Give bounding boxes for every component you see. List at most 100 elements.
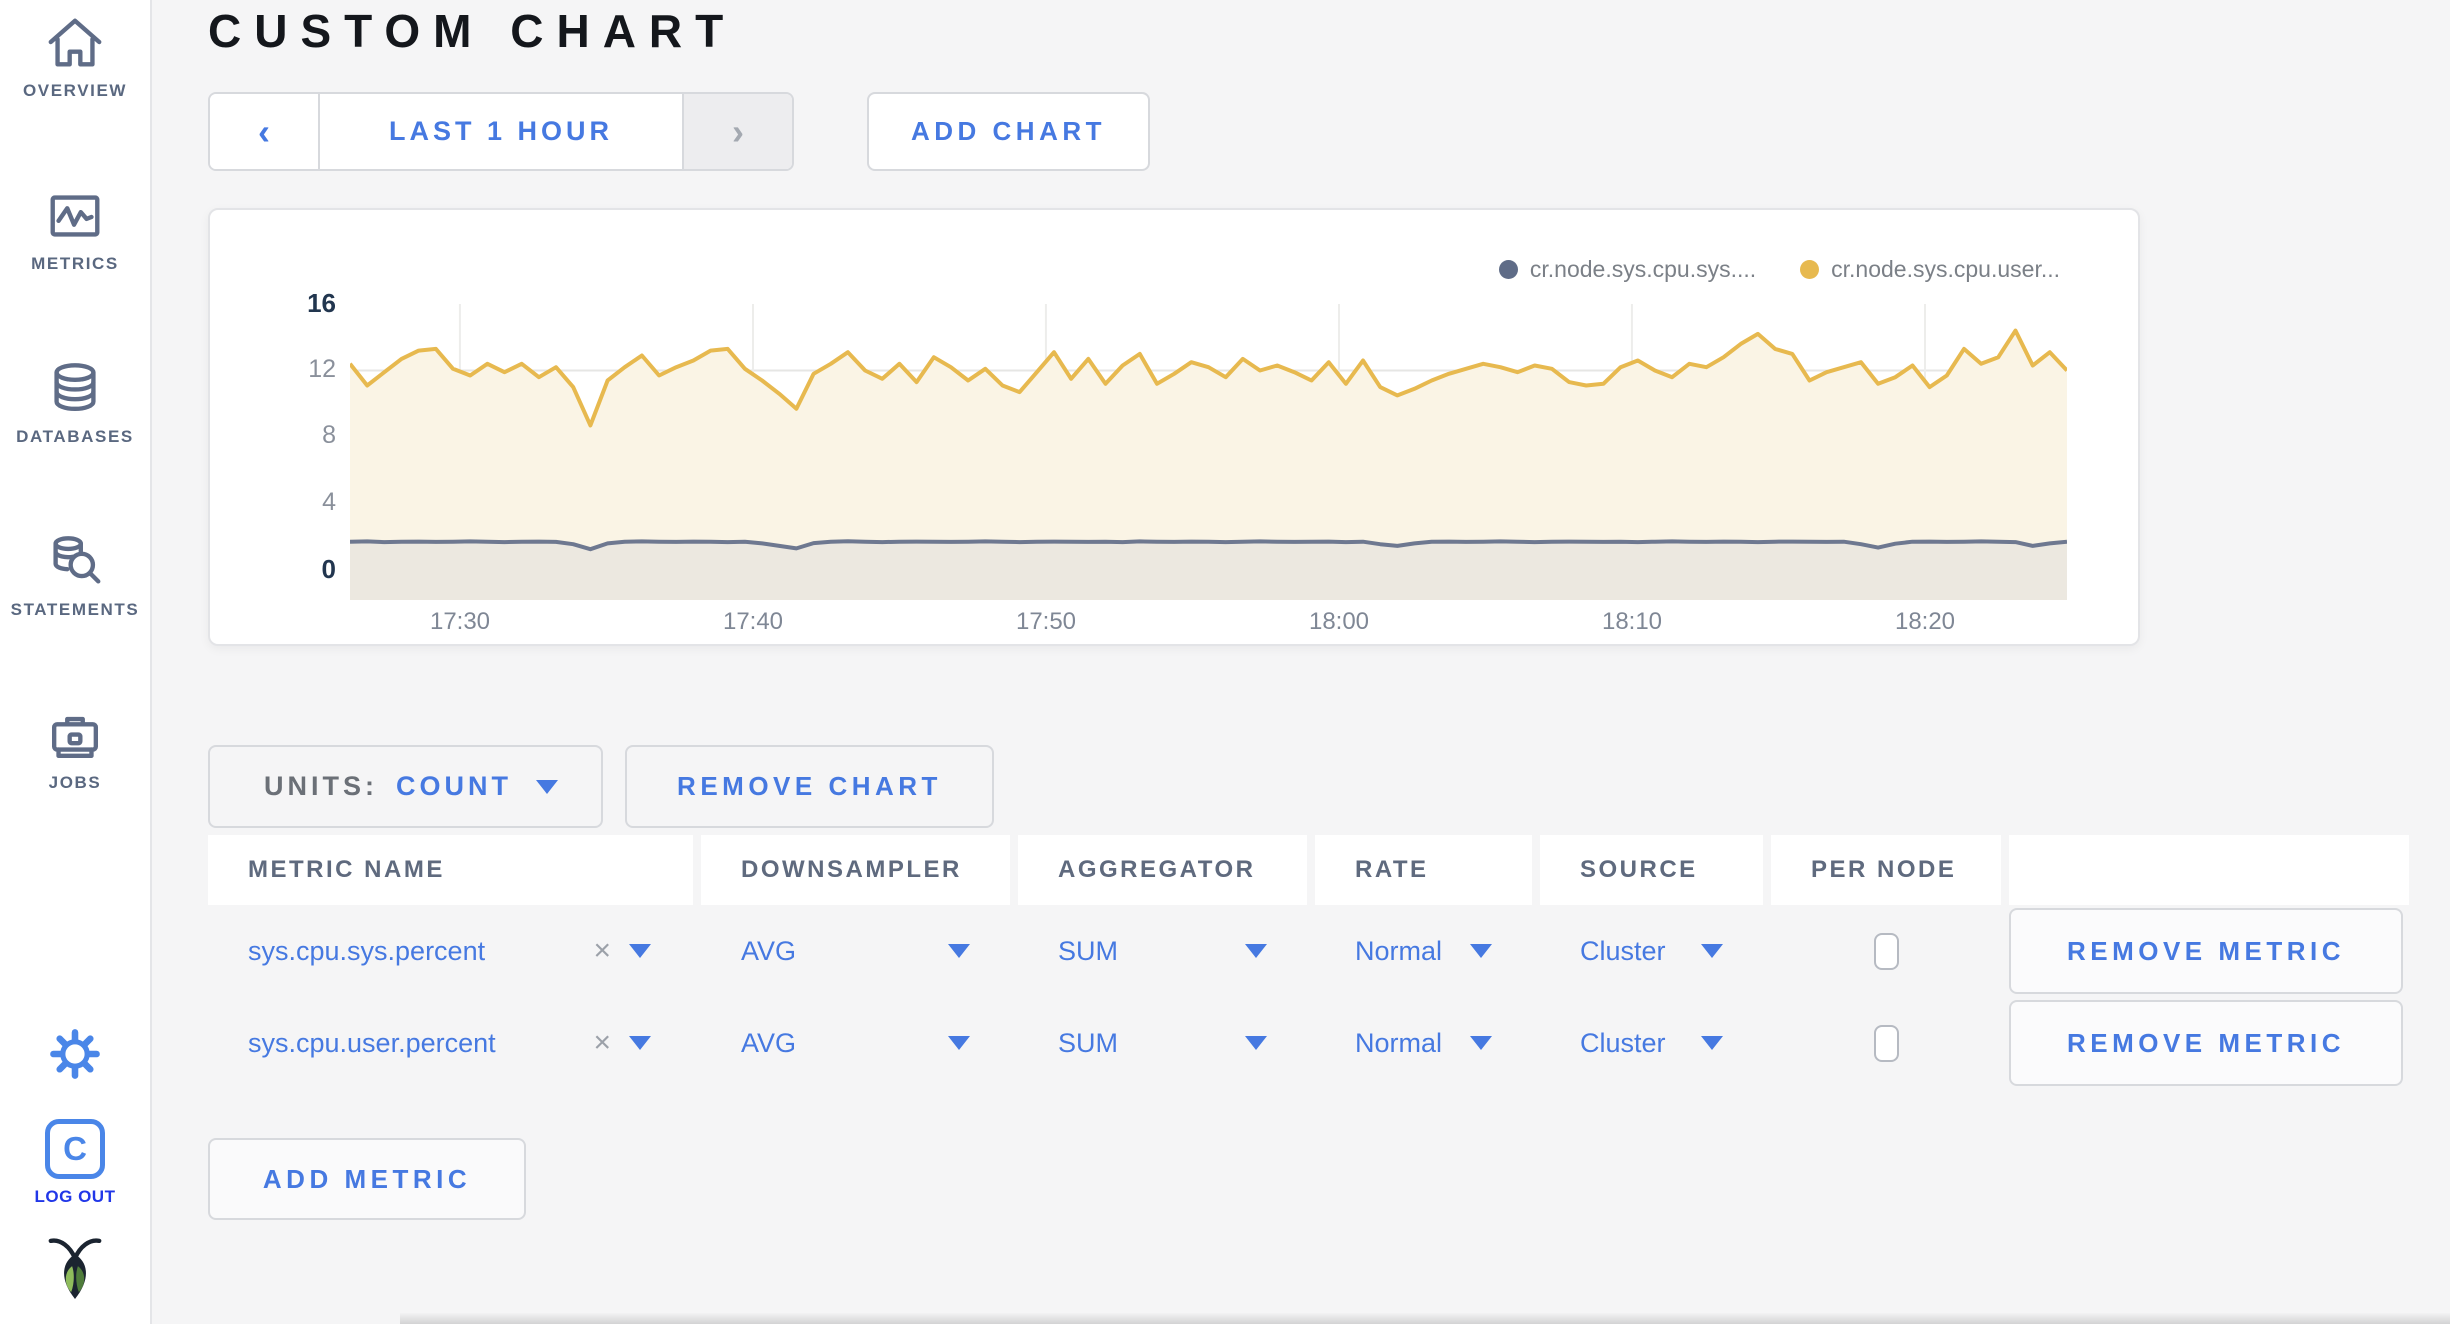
sidebar-item-label: METRICS	[31, 254, 119, 273]
home-icon	[44, 12, 106, 74]
legend-dot-user-icon	[1800, 260, 1820, 279]
time-prev-button[interactable]: ‹	[210, 94, 320, 169]
legend-dot-sys-icon	[1498, 260, 1518, 279]
toolbar: ‹ LAST 1 HOUR › ADD CHART	[208, 92, 1150, 171]
metric-name-dropdown[interactable]: sys.cpu.sys.percent	[248, 936, 593, 967]
metrics-icon	[44, 185, 106, 247]
chevron-right-icon: ›	[732, 110, 744, 152]
chevron-down-icon[interactable]	[629, 1036, 651, 1050]
time-next-button[interactable]: ›	[682, 94, 792, 169]
sidebar-item-statements[interactable]: STATEMENTS	[11, 531, 140, 620]
chevron-down-icon[interactable]	[1245, 1036, 1267, 1050]
x-tick-label: 18:10	[1601, 608, 1663, 635]
legend-label: cr.node.sys.cpu.sys....	[1529, 256, 1757, 282]
rate-dropdown[interactable]: Normal	[1355, 1028, 1442, 1059]
settings-gear-icon[interactable]	[45, 1024, 105, 1089]
c-logo-icon: C	[44, 1119, 105, 1179]
sidebar-item-databases[interactable]: DATABASES	[16, 358, 134, 447]
metrics-table: METRIC NAME DOWNSAMPLER AGGREGATOR RATE …	[208, 835, 2409, 1089]
column-header-rate: RATE	[1315, 835, 1532, 905]
column-header-metric-name: METRIC NAME	[208, 835, 693, 905]
chevron-down-icon[interactable]	[1470, 944, 1492, 958]
column-header-per-node: PER NODE	[1771, 835, 2001, 905]
chevron-down-icon[interactable]	[948, 944, 970, 958]
chevron-down-icon[interactable]	[1701, 944, 1723, 958]
add-metric-button[interactable]: ADD METRIC	[208, 1138, 526, 1220]
legend-item-user[interactable]: cr.node.sys.cpu.user...	[1800, 256, 2060, 283]
per-node-checkbox[interactable]	[1873, 932, 1899, 970]
sidebar-item-metrics[interactable]: METRICS	[31, 185, 119, 274]
sidebar-item-overview[interactable]: OVERVIEW	[23, 12, 127, 101]
chart-card: cr.node.sys.cpu.sys.... cr.node.sys.cpu.…	[208, 208, 2140, 646]
custom-chart-page: OVERVIEW METRICS DATABASES STATEMENTS JO…	[0, 0, 2450, 1324]
sidebar-item-logout[interactable]: C LOG OUT	[35, 1119, 116, 1207]
clear-metric-icon[interactable]: ×	[593, 936, 611, 966]
sidebar: OVERVIEW METRICS DATABASES STATEMENTS JO…	[0, 0, 152, 1324]
x-tick-label: 17:30	[429, 608, 491, 635]
time-range-button[interactable]: LAST 1 HOUR	[320, 94, 682, 169]
time-range-picker: ‹ LAST 1 HOUR ›	[208, 92, 794, 171]
y-tick-label: 0	[321, 554, 336, 584]
units-label: UNITS:	[264, 771, 378, 801]
cockroachdb-logo	[44, 1233, 106, 1308]
main-content: CUSTOM CHART ‹ LAST 1 HOUR › ADD CHART c…	[0, 0, 2450, 1324]
y-tick-label: 4	[322, 487, 336, 516]
jobs-icon	[44, 704, 106, 766]
per-node-checkbox[interactable]	[1873, 1024, 1899, 1062]
remove-metric-button[interactable]: REMOVE METRIC	[2009, 1000, 2403, 1086]
column-header-aggregator: AGGREGATOR	[1018, 835, 1307, 905]
statements-icon	[44, 531, 106, 593]
aggregator-dropdown[interactable]: SUM	[1058, 936, 1118, 967]
sidebar-item-label: STATEMENTS	[10, 600, 140, 619]
clear-metric-icon[interactable]: ×	[593, 1028, 611, 1058]
sidebar-item-label: JOBS	[48, 773, 102, 792]
remove-metric-button[interactable]: REMOVE METRIC	[2009, 908, 2403, 994]
table-row: sys.cpu.sys.percent × AVG SUM Normal Clu…	[208, 905, 2409, 997]
legend-label: cr.node.sys.cpu.user...	[1831, 256, 2060, 282]
rate-dropdown[interactable]: Normal	[1355, 936, 1442, 967]
downsampler-dropdown[interactable]: AVG	[741, 1028, 796, 1059]
chevron-down-icon[interactable]	[1245, 944, 1267, 958]
chevron-down-icon[interactable]	[629, 944, 651, 958]
source-dropdown[interactable]: Cluster	[1580, 936, 1666, 967]
x-tick-label: 17:50	[1015, 608, 1077, 635]
column-header-downsampler: DOWNSAMPLER	[701, 835, 1010, 905]
x-axis-labels: 17:30 17:40 17:50 18:00 18:10 18:20	[350, 602, 2067, 642]
sidebar-item-label: DATABASES	[16, 427, 134, 446]
x-tick-label: 18:00	[1308, 608, 1370, 635]
units-dropdown[interactable]: UNITS: COUNT	[208, 745, 603, 828]
y-axis-labels: 0 4 8 12 16	[252, 210, 336, 644]
y-tick-label: 8	[322, 421, 336, 449]
chevron-down-icon[interactable]	[948, 1036, 970, 1050]
chevron-down-icon	[536, 779, 558, 794]
x-tick-label: 18:20	[1894, 608, 1956, 635]
remove-chart-button[interactable]: REMOVE CHART	[625, 745, 994, 828]
column-header-source: SOURCE	[1540, 835, 1763, 905]
add-chart-button[interactable]: ADD CHART	[867, 92, 1150, 171]
sidebar-item-jobs[interactable]: JOBS	[44, 704, 106, 793]
sidebar-item-label: OVERVIEW	[22, 81, 128, 100]
column-header-actions	[2009, 835, 2409, 905]
y-tick-label: 12	[308, 354, 336, 383]
metric-name-dropdown[interactable]: sys.cpu.user.percent	[248, 1028, 593, 1059]
table-header-row: METRIC NAME DOWNSAMPLER AGGREGATOR RATE …	[208, 835, 2409, 905]
units-row: UNITS: COUNT REMOVE CHART	[208, 745, 994, 828]
units-value: COUNT	[396, 771, 512, 801]
aggregator-dropdown[interactable]: SUM	[1058, 1028, 1118, 1059]
line-chart-plot	[350, 304, 2067, 600]
chevron-left-icon: ‹	[258, 110, 270, 152]
x-tick-label: 17:40	[722, 608, 784, 635]
legend-item-sys[interactable]: cr.node.sys.cpu.sys....	[1498, 256, 1757, 283]
table-row: sys.cpu.user.percent × AVG SUM Normal Cl…	[208, 997, 2409, 1089]
sidebar-bottom: C LOG OUT	[35, 1024, 116, 1308]
chevron-down-icon[interactable]	[1701, 1036, 1723, 1050]
chart-legend: cr.node.sys.cpu.sys.... cr.node.sys.cpu.…	[1498, 256, 2060, 283]
source-dropdown[interactable]: Cluster	[1580, 1028, 1666, 1059]
chevron-down-icon[interactable]	[1470, 1036, 1492, 1050]
downsampler-dropdown[interactable]: AVG	[741, 936, 796, 967]
bottom-shadow	[400, 1313, 2450, 1324]
database-icon	[44, 358, 106, 420]
page-title: CUSTOM CHART	[208, 5, 737, 57]
y-tick-label: 16	[307, 288, 336, 318]
logout-label: LOG OUT	[34, 1187, 116, 1206]
